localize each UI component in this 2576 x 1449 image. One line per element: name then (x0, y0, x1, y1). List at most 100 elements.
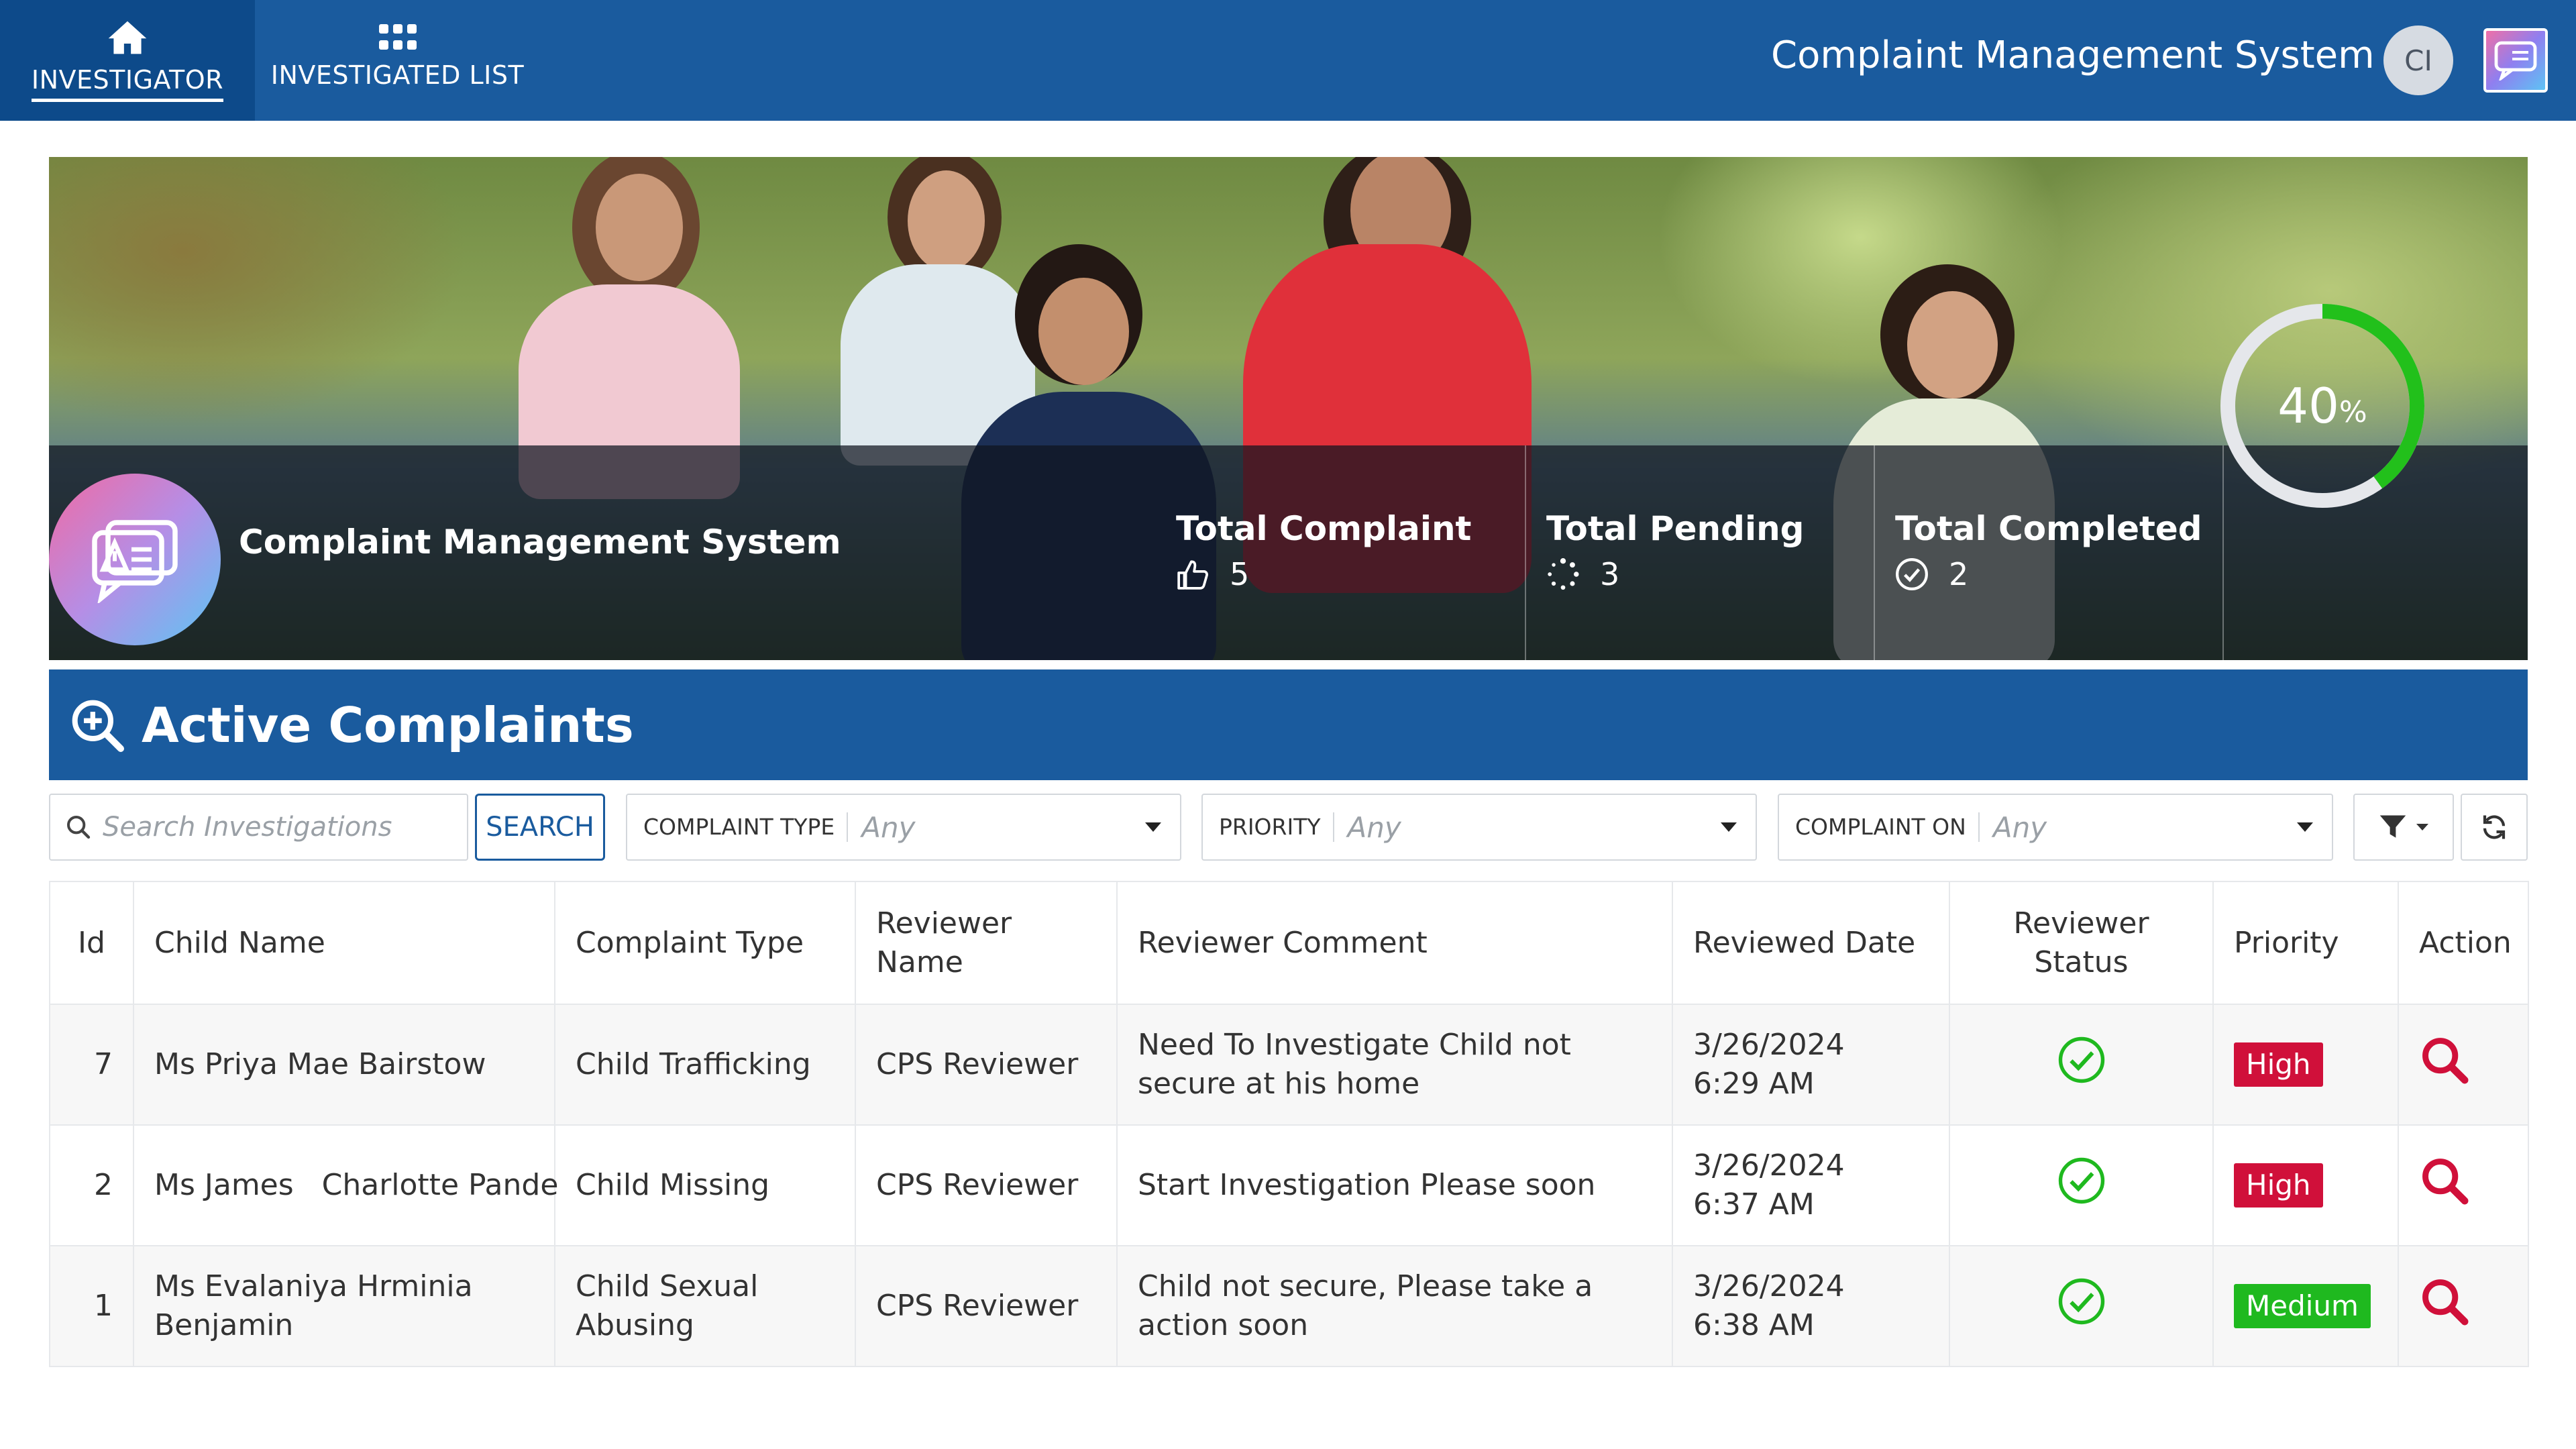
cell-priority: Medium (2212, 1245, 2399, 1367)
table-row[interactable]: 2 Ms James Charlotte Pande Child Missing… (49, 1124, 2529, 1246)
chevron-down-icon (1145, 822, 1161, 832)
column-header-priority[interactable]: Priority (2212, 881, 2399, 1005)
cell-reviewed-date: 3/26/2024 6:37 AM (1672, 1124, 1950, 1246)
cell-complaint-type: Child Sexual Abusing (554, 1245, 856, 1367)
tab-investigator-label: INVESTIGATOR (31, 65, 224, 102)
cell-reviewer-status (1949, 1004, 2214, 1126)
complaint-warning-icon (92, 520, 178, 603)
cell-reviewed-date: 3/26/2024 6:29 AM (1672, 1004, 1950, 1126)
column-header-action: Action (2398, 881, 2529, 1005)
complaint-type-filter-value: Any (861, 810, 916, 844)
stat-total-completed-value: 2 (1949, 556, 1969, 592)
cell-child-name: Ms James Charlotte Pande (133, 1124, 559, 1246)
stat-total-completed-label: Total Completed (1895, 509, 2202, 548)
column-header-child-name[interactable]: Child Name (133, 881, 555, 1005)
tab-investigated-list[interactable]: INVESTIGATED LIST (268, 0, 527, 121)
hero-logo (49, 474, 221, 645)
stat-total-complaint-label: Total Complaint (1176, 509, 1472, 548)
priority-filter-label: PRIORITY (1203, 812, 1334, 842)
tab-investigator[interactable]: INVESTIGATOR (0, 0, 255, 121)
grid-icon (378, 23, 417, 50)
column-header-reviewed-date[interactable]: Reviewed Date (1672, 881, 1950, 1005)
cell-action (2398, 1124, 2529, 1246)
home-icon (108, 21, 147, 54)
priority-badge: High (2234, 1163, 2323, 1208)
tab-investigated-list-label: INVESTIGATED LIST (270, 60, 525, 90)
table-row[interactable]: 7 Ms Priya Mae Bairstow Child Traffickin… (49, 1004, 2529, 1126)
hero-banner: Complaint Management System Total Compla… (49, 157, 2528, 660)
table-row[interactable]: 1 Ms Evalaniya Hrminia Benjamin Child Se… (49, 1245, 2529, 1367)
complaint-on-filter-label: COMPLAINT ON (1779, 812, 1980, 842)
progress-unit: % (2339, 394, 2367, 429)
search-icon[interactable] (2419, 1034, 2470, 1085)
stat-total-pending-value: 3 (1600, 556, 1620, 592)
check-circle-icon (2058, 1157, 2104, 1203)
cell-complaint-type: Child Trafficking (554, 1004, 856, 1126)
progress-value: 40% (2218, 302, 2426, 510)
check-circle-icon (2058, 1036, 2104, 1083)
avatar[interactable]: CI (2383, 25, 2453, 95)
app-title: Complaint Management System (1771, 34, 2375, 77)
thumbs-up-icon (1177, 560, 1208, 590)
cell-reviewer-comment: Child not secure, Please take a action s… (1116, 1245, 1673, 1367)
search-icon (67, 816, 91, 839)
column-header-reviewer-comment[interactable]: Reviewer Comment (1116, 881, 1673, 1005)
cell-reviewer-comment: Start Investigation Please soon (1116, 1124, 1673, 1246)
column-header-reviewer-name[interactable]: Reviewer Name (855, 881, 1118, 1005)
cell-child-name: Ms Evalaniya Hrminia Benjamin (133, 1245, 555, 1367)
table-header-row: Id Child Name Complaint Type Reviewer Na… (49, 881, 2529, 1005)
search-icon[interactable] (2419, 1276, 2470, 1327)
chevron-down-icon (2416, 824, 2428, 830)
stat-total-complaint: Total Complaint 5 (1176, 445, 1552, 660)
app-logo-button[interactable] (2483, 28, 2548, 93)
priority-badge: Medium (2234, 1284, 2371, 1328)
cell-child-name-text: Ms James Charlotte Pande (154, 1168, 559, 1202)
priority-filter-value: Any (1347, 810, 1401, 844)
complaint-type-filter[interactable]: COMPLAINT TYPE Any (626, 794, 1181, 861)
cell-id: 2 (49, 1124, 134, 1246)
column-header-reviewer-status[interactable]: Reviewer Status (1949, 881, 2214, 1005)
cell-id: 1 (49, 1245, 134, 1367)
cell-priority: High (2212, 1124, 2399, 1246)
spinner-icon (1548, 558, 1579, 590)
complaint-type-filter-label: COMPLAINT TYPE (627, 812, 849, 842)
search-input[interactable] (103, 812, 451, 843)
cell-action (2398, 1245, 2529, 1367)
column-header-id[interactable]: Id (49, 881, 134, 1005)
stat-total-pending-label: Total Pending (1546, 509, 1805, 548)
check-circle-icon (1896, 558, 1928, 590)
stat-total-pending: Total Pending 3 (1525, 445, 1874, 660)
search-button[interactable]: SEARCH (475, 794, 605, 861)
refresh-button[interactable] (2461, 794, 2528, 861)
cell-reviewer-status (1949, 1245, 2214, 1367)
cell-reviewed-date: 3/26/2024 6:38 AM (1672, 1245, 1950, 1367)
complaint-chat-icon (2494, 41, 2537, 80)
chevron-down-icon (1721, 822, 1737, 832)
top-navbar: INVESTIGATOR INVESTIGATED LIST Complaint… (0, 0, 2576, 121)
stat-total-completed: Total Completed 2 (1874, 445, 2222, 660)
filter-menu-button[interactable] (2353, 794, 2454, 861)
filter-icon (2379, 815, 2406, 838)
cell-id: 7 (49, 1004, 134, 1126)
complaint-on-filter[interactable]: COMPLAINT ON Any (1778, 794, 2333, 861)
progress-number: 40 (2277, 378, 2339, 434)
active-complaints-header: Active Complaints (49, 669, 2528, 780)
cell-priority: High (2212, 1004, 2399, 1126)
zoom-search-icon (72, 700, 124, 752)
complaint-on-filter-value: Any (1992, 810, 2047, 844)
cell-child-name: Ms Priya Mae Bairstow (133, 1004, 555, 1126)
hero-title: Complaint Management System (239, 523, 841, 561)
search-field[interactable] (49, 794, 468, 861)
refresh-icon (2483, 815, 2506, 839)
stat-total-complaint-value: 5 (1230, 556, 1250, 592)
cell-action (2398, 1004, 2529, 1126)
cell-reviewer-status (1949, 1124, 2214, 1246)
cell-reviewer-comment: Need To Investigate Child not secure at … (1116, 1004, 1673, 1126)
cell-reviewer-name: CPS Reviewer (855, 1004, 1118, 1126)
priority-filter[interactable]: PRIORITY Any (1201, 794, 1757, 861)
search-icon[interactable] (2419, 1155, 2470, 1206)
complaints-table: Id Child Name Complaint Type Reviewer Na… (49, 881, 2529, 1367)
column-header-complaint-type[interactable]: Complaint Type (554, 881, 856, 1005)
section-title: Active Complaints (142, 696, 634, 753)
cell-complaint-type: Child Missing (554, 1124, 856, 1246)
